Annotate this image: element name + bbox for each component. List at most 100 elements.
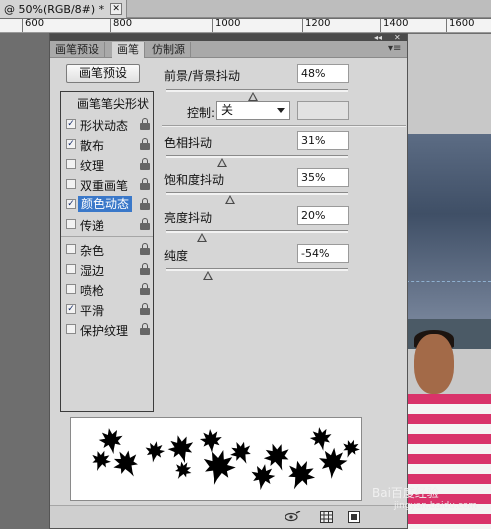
checkbox[interactable] bbox=[66, 284, 76, 294]
option-label: 双重画笔 bbox=[80, 179, 129, 193]
checkbox[interactable]: ✓ bbox=[66, 304, 76, 314]
lock-icon[interactable] bbox=[140, 158, 150, 170]
chevron-down-icon bbox=[277, 108, 285, 113]
maple-leaf-stroke bbox=[87, 425, 361, 496]
option-label: 颜色动态 bbox=[78, 196, 133, 212]
option-smoothing[interactable]: ✓ 平滑 bbox=[61, 299, 153, 319]
hue-jitter-slider[interactable] bbox=[166, 155, 348, 167]
panel-tabs: 画笔预设 画笔 仿制源 ▾≡ bbox=[50, 41, 407, 58]
brush-presets-button[interactable]: 画笔预设 bbox=[66, 64, 140, 83]
control-label: 控制: bbox=[187, 106, 216, 120]
slider-thumb[interactable] bbox=[217, 158, 228, 167]
option-label: 喷枪 bbox=[80, 284, 105, 298]
hue-jitter-field[interactable]: 31% bbox=[297, 131, 349, 150]
slider-thumb[interactable] bbox=[224, 195, 235, 204]
lock-icon[interactable] bbox=[140, 263, 150, 275]
option-label: 保护纹理 bbox=[80, 324, 129, 338]
option-label: 湿边 bbox=[80, 264, 105, 278]
checkbox[interactable]: ✓ bbox=[66, 119, 76, 129]
guide-line bbox=[406, 281, 491, 282]
purity-field[interactable]: -54% bbox=[297, 244, 349, 263]
option-label: 传递 bbox=[80, 219, 105, 233]
slider-thumb[interactable] bbox=[248, 92, 259, 101]
divider bbox=[162, 125, 406, 127]
divider bbox=[61, 236, 153, 237]
watermark-subtext: jingyan.baidu.com bbox=[394, 501, 478, 511]
lock-icon[interactable] bbox=[140, 178, 150, 190]
lock-icon[interactable] bbox=[140, 218, 150, 230]
horizontal-ruler: 600 800 1000 1200 1400 1600 bbox=[0, 19, 491, 33]
watermark: Bai百度经验 jingyan.baidu.com bbox=[372, 484, 477, 511]
brightness-jitter-slider[interactable] bbox=[166, 230, 348, 242]
tab-brush-presets[interactable]: 画笔预设 bbox=[50, 42, 105, 58]
panel-title-bar: ◂◂ ✕ bbox=[50, 33, 407, 42]
document-tab[interactable]: @ 50%(RGB/8#) * ✕ bbox=[0, 0, 128, 18]
lock-icon[interactable] bbox=[140, 283, 150, 295]
ruler-tick: 1200 bbox=[302, 19, 330, 32]
option-texture[interactable]: 纹理 bbox=[61, 154, 153, 174]
ruler-tick: 800 bbox=[110, 19, 132, 32]
saturation-jitter-slider[interactable] bbox=[166, 192, 348, 204]
checkbox[interactable]: ✓ bbox=[66, 139, 76, 149]
photo-sky bbox=[406, 134, 491, 334]
purity-slider[interactable] bbox=[166, 268, 348, 280]
option-label: 纹理 bbox=[80, 159, 105, 173]
saturation-jitter-label: 饱和度抖动 bbox=[164, 173, 225, 187]
brush-options-list: 画笔笔尖形状 ✓ 形状动态 ✓ 散布 纹理 双重画笔 ✓ 颜色动态 传递 杂色 … bbox=[60, 91, 154, 412]
option-protect-texture[interactable]: 保护纹理 bbox=[61, 319, 153, 339]
checkbox[interactable] bbox=[66, 219, 76, 229]
hue-jitter-label: 色相抖动 bbox=[164, 136, 213, 150]
document-tab-bar: @ 50%(RGB/8#) * ✕ bbox=[0, 0, 491, 18]
check-icon: ✓ bbox=[67, 119, 75, 129]
new-preset-icon[interactable] bbox=[348, 511, 361, 523]
checkbox[interactable] bbox=[66, 324, 76, 334]
option-label: 杂色 bbox=[80, 244, 105, 258]
close-icon[interactable]: ✕ bbox=[110, 3, 123, 15]
option-transfer[interactable]: 传递 bbox=[61, 214, 153, 234]
option-airbrush[interactable]: 喷枪 bbox=[61, 279, 153, 299]
lock-icon[interactable] bbox=[140, 323, 150, 335]
lock-icon[interactable] bbox=[140, 303, 150, 315]
option-label: 形状动态 bbox=[80, 119, 129, 133]
brush-tip-shape-item[interactable]: 画笔笔尖形状 bbox=[77, 95, 149, 112]
grid-icon[interactable] bbox=[320, 511, 333, 523]
watermark-text: Bai百度经验 bbox=[372, 486, 439, 500]
brush-stroke-preview bbox=[70, 417, 362, 501]
document-canvas[interactable] bbox=[406, 34, 491, 529]
lock-icon[interactable] bbox=[140, 138, 150, 150]
eye-brush-icon[interactable] bbox=[284, 510, 301, 523]
saturation-jitter-field[interactable]: 35% bbox=[297, 168, 349, 187]
tab-brush[interactable]: 画笔 bbox=[112, 42, 145, 58]
brightness-jitter-field[interactable]: 20% bbox=[297, 206, 349, 225]
fg-bg-jitter-field[interactable]: 48% bbox=[297, 64, 349, 83]
check-icon: ✓ bbox=[67, 199, 75, 209]
option-wet-edges[interactable]: 湿边 bbox=[61, 259, 153, 279]
checkbox[interactable] bbox=[66, 264, 76, 274]
ruler-tick: 600 bbox=[22, 19, 44, 32]
tab-clone-source[interactable]: 仿制源 bbox=[147, 42, 191, 58]
ruler-tick: 1600 bbox=[446, 19, 474, 32]
lock-icon[interactable] bbox=[140, 243, 150, 255]
option-color-dynamics[interactable]: ✓ 颜色动态 bbox=[61, 194, 153, 214]
ruler-tick: 1000 bbox=[212, 19, 240, 32]
lock-icon[interactable] bbox=[140, 198, 150, 210]
check-icon: ✓ bbox=[67, 304, 75, 314]
option-shape-dynamics[interactable]: ✓ 形状动态 bbox=[61, 114, 153, 134]
checkbox[interactable] bbox=[66, 179, 76, 189]
option-label: 平滑 bbox=[80, 304, 105, 318]
option-dual-brush[interactable]: 双重画笔 bbox=[61, 174, 153, 194]
brush-panel: ◂◂ ✕ 画笔预设 画笔 仿制源 ▾≡ 画笔预设 画笔笔尖形状 ✓ 形状动态 ✓… bbox=[49, 33, 408, 529]
option-noise[interactable]: 杂色 bbox=[61, 239, 153, 259]
option-scattering[interactable]: ✓ 散布 bbox=[61, 134, 153, 154]
purity-label: 纯度 bbox=[164, 249, 189, 263]
fg-bg-jitter-slider[interactable] bbox=[166, 89, 348, 101]
slider-thumb[interactable] bbox=[202, 271, 213, 280]
panel-menu-icon[interactable]: ▾≡ bbox=[388, 43, 401, 54]
checkbox[interactable]: ✓ bbox=[66, 199, 76, 209]
fg-bg-jitter-label: 前景/背景抖动 bbox=[164, 69, 241, 83]
checkbox[interactable] bbox=[66, 159, 76, 169]
checkbox[interactable] bbox=[66, 244, 76, 254]
slider-thumb[interactable] bbox=[197, 233, 208, 242]
lock-icon[interactable] bbox=[140, 118, 150, 130]
control-dropdown[interactable]: 关 bbox=[216, 101, 290, 120]
